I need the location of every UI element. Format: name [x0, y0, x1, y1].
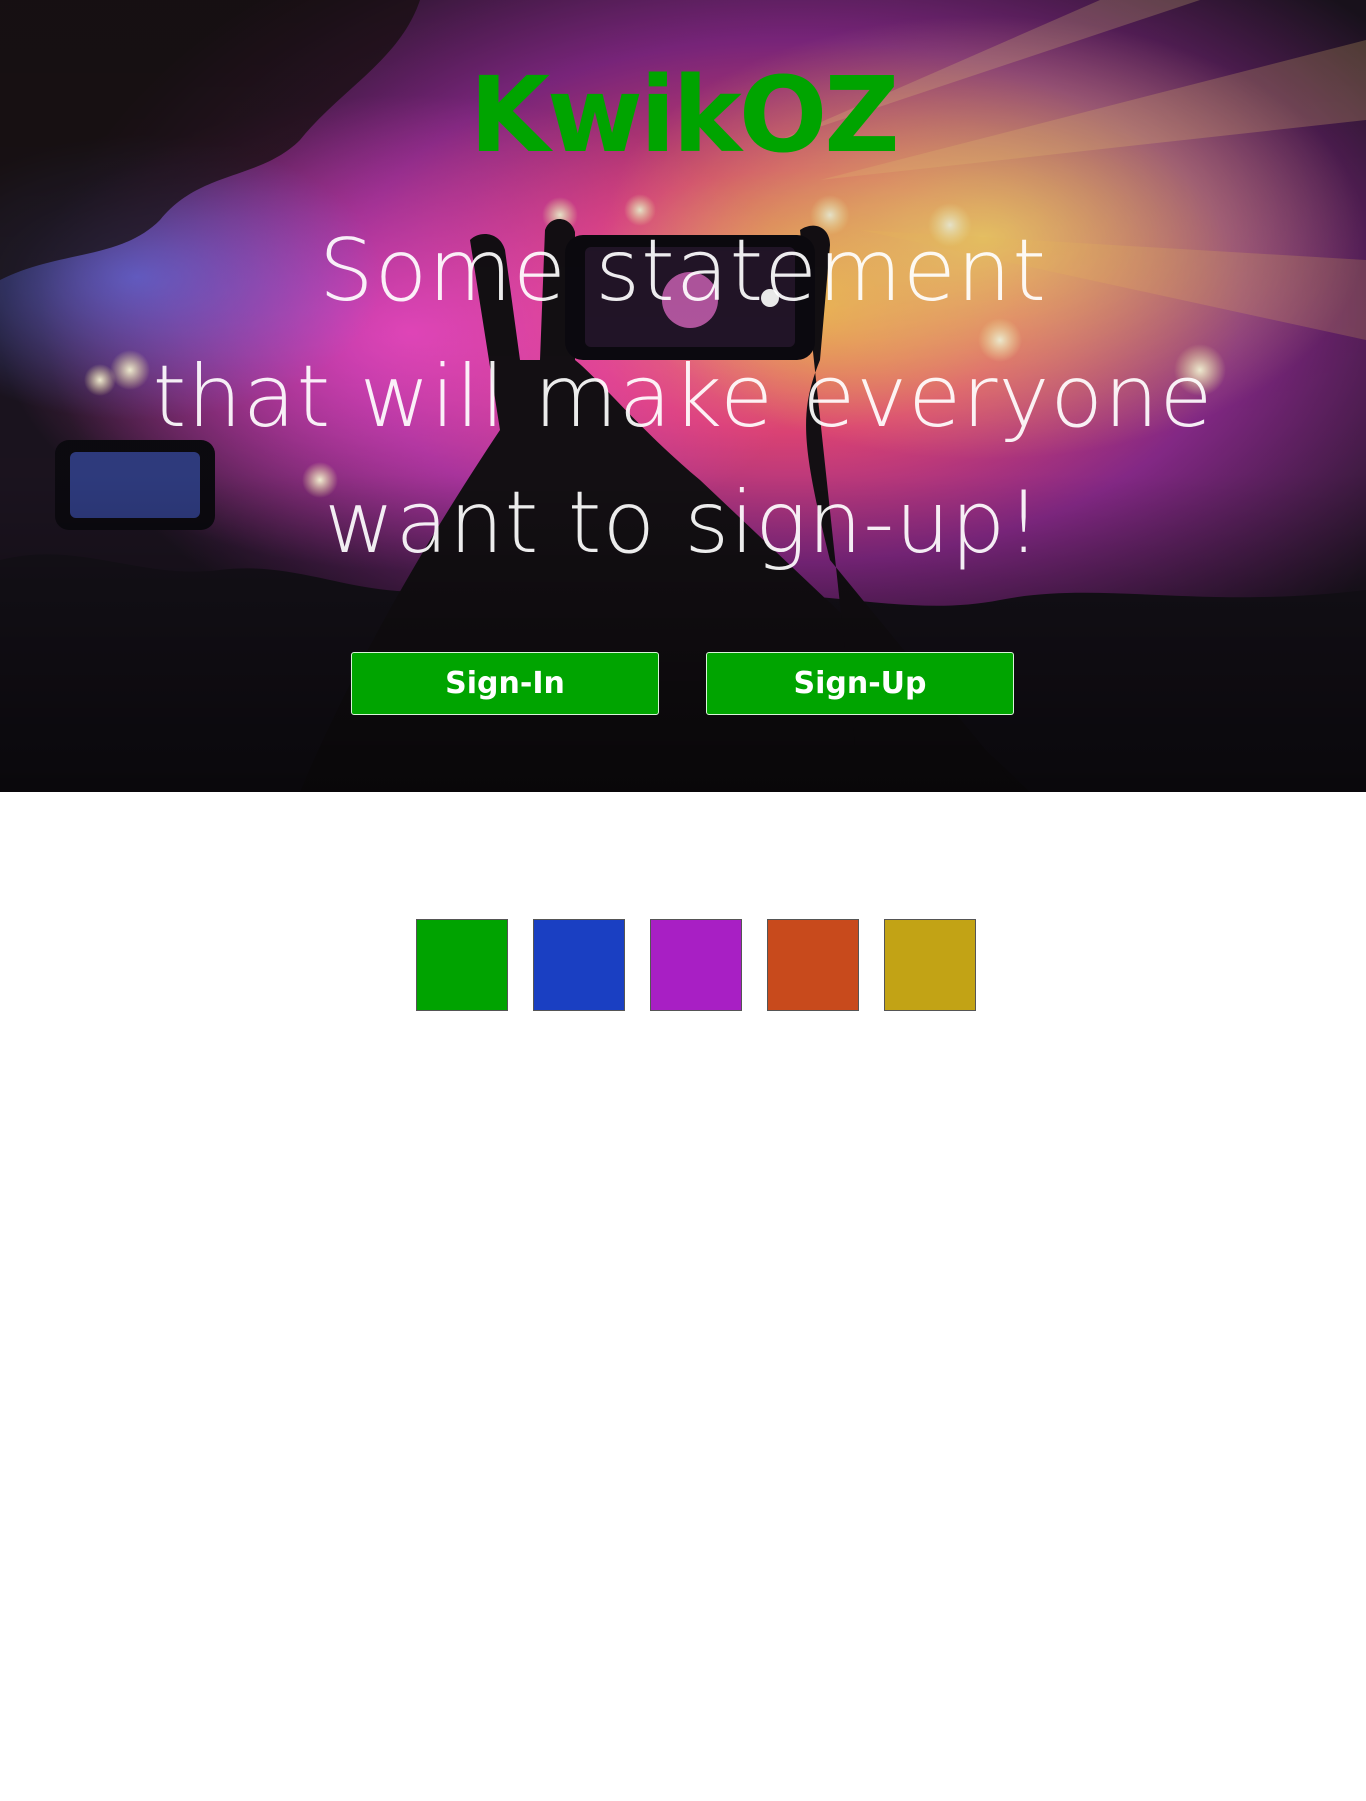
sign-in-button[interactable]: Sign-In	[351, 652, 659, 715]
hero-section: KwikOZ Some statement that will make eve…	[0, 0, 1366, 792]
color-swatch-blue[interactable]	[533, 919, 625, 1011]
color-swatch-orange[interactable]	[767, 919, 859, 1011]
brand-logo-text: KwikOZ	[469, 54, 899, 176]
color-swatch-gold[interactable]	[884, 919, 976, 1011]
color-swatch-green[interactable]	[416, 919, 508, 1011]
statement-line: want to sign-up!	[324, 473, 1042, 573]
hero-statement: Some statement that will make everyone w…	[0, 208, 1366, 586]
sign-up-button[interactable]: Sign-Up	[706, 652, 1014, 715]
statement-line: that will make everyone	[152, 347, 1214, 447]
theme-color-swatches	[416, 919, 976, 1011]
color-swatch-purple[interactable]	[650, 919, 742, 1011]
auth-buttons: Sign-In Sign-Up	[351, 652, 1014, 715]
statement-line: Some statement	[319, 221, 1047, 321]
